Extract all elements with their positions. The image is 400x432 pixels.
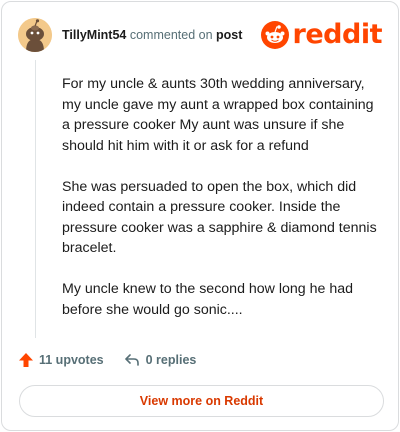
upvote-button[interactable]: 11 upvotes	[18, 352, 104, 368]
comment-paragraph: She was persuaded to open the box, which…	[62, 178, 377, 257]
comment-paragraph: My uncle knew to the second how long he …	[62, 281, 354, 318]
comment-header: TillyMint54 commented on post reddit	[18, 18, 383, 52]
snoo-avatar-icon	[18, 18, 52, 52]
comment-actions: 11 upvotes 0 replies	[18, 350, 196, 370]
username-link[interactable]: TillyMint54	[62, 28, 126, 42]
comment-meta: TillyMint54 commented on post	[62, 27, 242, 43]
comment-body: For my uncle & aunts 30th wedding annive…	[62, 74, 382, 341]
upvote-arrow-icon	[19, 353, 33, 367]
reply-button[interactable]: 0 replies	[124, 352, 197, 368]
reply-count: 0 replies	[145, 353, 197, 367]
upvote-count: 11 upvotes	[39, 353, 104, 367]
comment-paragraph: For my uncle & aunts 30th wedding annive…	[62, 76, 374, 154]
view-more-button[interactable]: View more on Reddit	[19, 385, 384, 417]
reply-arrow-icon	[124, 354, 139, 366]
reddit-wordmark: reddit	[292, 19, 383, 50]
post-link[interactable]: post	[216, 28, 242, 42]
action-text: commented on	[129, 28, 213, 42]
reddit-snoo-icon	[260, 21, 289, 49]
thread-line	[35, 60, 36, 338]
embedded-comment-card: TillyMint54 commented on post reddit For…	[1, 1, 399, 431]
reddit-logo[interactable]: reddit	[260, 19, 383, 50]
user-avatar[interactable]	[18, 18, 52, 52]
